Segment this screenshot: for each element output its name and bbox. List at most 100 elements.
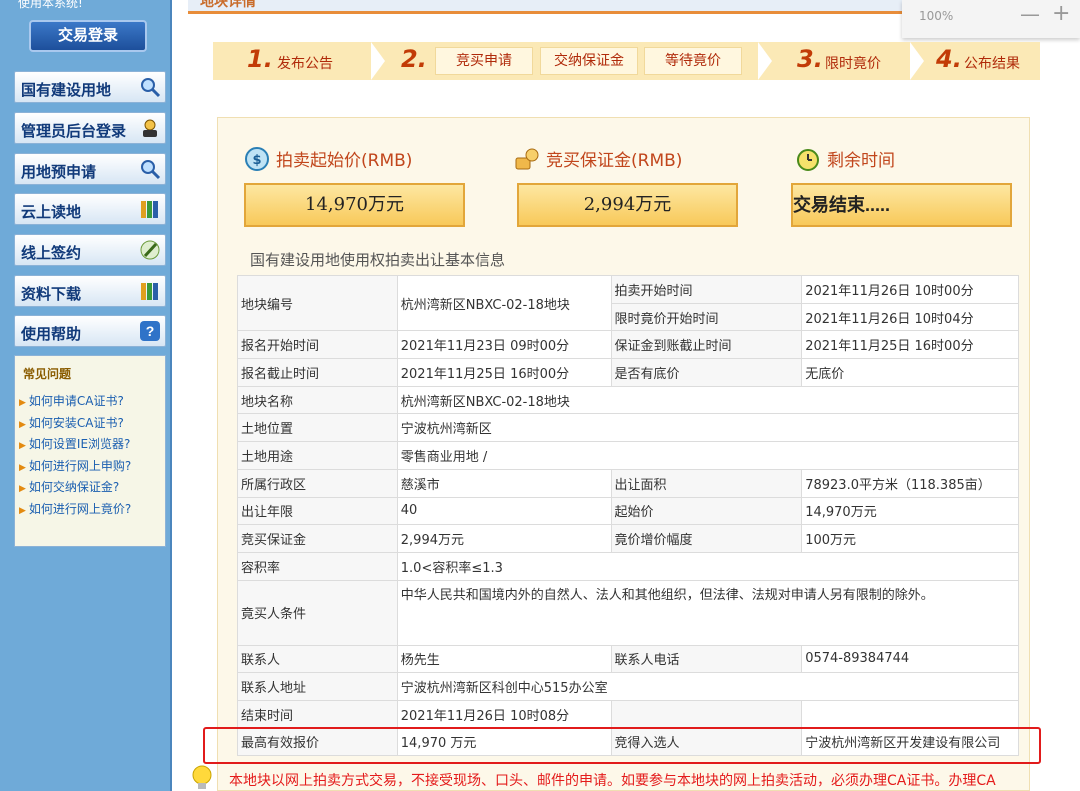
section-title: 国有建设用地使用权拍卖出让基本信息 bbox=[250, 251, 506, 269]
table-cell-label: 容积率 bbox=[237, 551, 398, 581]
sidebar-item-state-land[interactable]: 国有建设用地 bbox=[14, 71, 166, 103]
admin-icon bbox=[143, 119, 157, 137]
faq-link[interactable]: ▶ 如何设置IE浏览器? bbox=[19, 435, 130, 452]
table-cell-label: 拍卖开始时间 bbox=[610, 275, 803, 304]
table-row: 联系人 杨先生 联系人电话 0574-89384744 bbox=[237, 644, 1019, 674]
faq-link[interactable]: ▶ 如何申请CA证书? bbox=[19, 392, 124, 409]
table-cell-label: 限时竟价开始时间 bbox=[610, 302, 803, 332]
step-3-label: 限时竟价 bbox=[825, 56, 881, 72]
tab-plot-detail[interactable]: 地块详情 bbox=[200, 0, 256, 11]
faq-link[interactable]: ▶ 如何安装CA证书? bbox=[19, 414, 124, 431]
triangle-right-icon: ▶ bbox=[19, 398, 26, 408]
table-cell-label: 地块编号 bbox=[237, 274, 398, 332]
table-cell-label: 竟价增价幅度 bbox=[610, 524, 803, 553]
table-row: 所属行政区 慈溪市 出让面积 78923.0平方米（118.385亩） bbox=[237, 468, 1019, 498]
zoom-control: 100% — + bbox=[902, 0, 1080, 38]
table-cell-value: 2,994万元 bbox=[396, 524, 612, 553]
books-icon bbox=[141, 283, 158, 300]
table-cell-value: 2021年11月25日 16时00分 bbox=[801, 330, 1019, 360]
table-cell-value: 0574-89384744 bbox=[801, 644, 1019, 674]
sidebar-top-text: 使用本系统! bbox=[18, 0, 83, 10]
step-2-number: 2. bbox=[401, 45, 427, 73]
sidebar-item-label: 资料下载 bbox=[21, 285, 82, 303]
table-row: 报名开始时间 2021年11月23日 09时00分 保证金到账截止时间 2021… bbox=[237, 330, 1019, 360]
table-cell-label: 报名截止时间 bbox=[237, 358, 398, 387]
remaining-time-heading: 剩余时间 bbox=[795, 146, 895, 172]
table-row: 出让年限 40 起始价 14,970万元 bbox=[237, 496, 1019, 526]
sidebar-item-cloud-read[interactable]: 云上读地 bbox=[14, 193, 166, 225]
table-cell-label: 结束时间 bbox=[237, 699, 398, 729]
start-price-value: 14,970万元 bbox=[244, 183, 465, 227]
step-1-label: 发布公告 bbox=[277, 56, 333, 72]
zoom-out-button[interactable]: — bbox=[1020, 2, 1040, 26]
pen-icon bbox=[140, 240, 160, 260]
step-2-sub-wait: 等待竟价 bbox=[644, 47, 742, 75]
zoom-level: 100% bbox=[919, 9, 954, 23]
faq-title: 常见问题 bbox=[23, 367, 72, 381]
sidebar-item-help[interactable]: 使用帮助 ? bbox=[14, 315, 166, 347]
magnifier-icon bbox=[141, 160, 161, 180]
step-4-label: 公布结果 bbox=[964, 56, 1020, 72]
table-cell-value: 2021年11月26日 10时04分 bbox=[801, 302, 1019, 332]
faq-link[interactable]: ▶ 如何交纳保证金? bbox=[19, 478, 119, 495]
coin-icon: $ bbox=[245, 147, 269, 171]
table-cell-label: 保证金到账截止时间 bbox=[610, 330, 803, 360]
step-separator bbox=[758, 42, 772, 80]
table-cell-value: 杭州湾新区NBXC-02-18地块 bbox=[396, 385, 1020, 415]
table-cell-label: 联系人 bbox=[237, 644, 398, 674]
lightbulb-icon bbox=[192, 765, 212, 789]
deposit-heading: 竞买保证金(RMB) bbox=[514, 146, 682, 172]
remaining-time-value: 交易结束..... bbox=[791, 183, 1012, 227]
question-icon: ? bbox=[140, 321, 160, 341]
table-row: 土地位置 宁波杭州湾新区 bbox=[237, 413, 1020, 443]
result-highlight-box bbox=[203, 727, 1041, 764]
table-cell-label: 是否有底价 bbox=[610, 358, 803, 387]
table-cell-value bbox=[801, 699, 1019, 729]
table-cell-label: 出让年限 bbox=[237, 496, 398, 526]
table-cell-value: 2021年11月25日 16时00分 bbox=[396, 358, 612, 387]
table-cell-value: 2021年11月26日 10时08分 bbox=[396, 699, 612, 729]
triangle-right-icon: ▶ bbox=[19, 484, 26, 494]
step-3-number: 3. bbox=[797, 45, 823, 73]
table-row: 结束时间 2021年11月26日 10时08分 bbox=[237, 699, 1019, 729]
step-4-number: 4. bbox=[936, 45, 962, 73]
notice-text: 本地块以网上拍卖方式交易，不接受现场、口头、邮件的申请。如要参与本地块的网上拍卖… bbox=[229, 773, 996, 789]
table-cell-value: 2021年11月23日 09时00分 bbox=[396, 330, 612, 360]
table-cell-label: 所属行政区 bbox=[237, 468, 398, 498]
sidebar-item-admin-login[interactable]: 管理员后台登录 bbox=[14, 112, 166, 144]
table-cell-label: 土地位置 bbox=[237, 413, 398, 443]
step-separator bbox=[371, 42, 385, 80]
table-row: 联系人地址 宁波杭州湾新区科创中心515办公室 bbox=[237, 672, 1020, 701]
triangle-right-icon: ▶ bbox=[19, 420, 26, 430]
start-price-heading: $ 拍卖起始价(RMB) bbox=[244, 146, 412, 172]
step-separator bbox=[910, 42, 924, 80]
sidebar-item-label: 线上签约 bbox=[21, 244, 82, 262]
sidebar-item-download[interactable]: 资料下载 bbox=[14, 275, 166, 307]
deposit-value: 2,994万元 bbox=[517, 183, 738, 227]
books-icon bbox=[141, 201, 158, 218]
table-cell-value: 100万元 bbox=[801, 524, 1019, 553]
table-cell-label: 地块名称 bbox=[237, 385, 398, 415]
table-row: 土地用途 零售商业用地 / bbox=[237, 441, 1020, 470]
table-cell-value: 1.0<容积率≤1.3 bbox=[396, 551, 1020, 581]
table-cell-value: 零售商业用地 / bbox=[396, 441, 1020, 470]
faq-link[interactable]: ▶ 如何进行网上申购? bbox=[19, 457, 131, 474]
sidebar-item-pre-apply[interactable]: 用地预申请 bbox=[14, 153, 166, 185]
table-cell-value: 78923.0平方米（118.385亩） bbox=[801, 468, 1019, 498]
table-cell-label bbox=[610, 699, 803, 729]
table-cell-label: 土地用途 bbox=[237, 441, 398, 470]
faq-link[interactable]: ▶ 如何进行网上竟价? bbox=[19, 500, 131, 517]
triangle-right-icon: ▶ bbox=[19, 506, 26, 516]
sidebar-item-label: 国有建设用地 bbox=[21, 81, 112, 99]
money-bag-icon bbox=[515, 148, 539, 170]
step-2-sub-deposit: 交纳保证金 bbox=[540, 47, 638, 75]
table-cell-label: 竞买保证金 bbox=[237, 524, 398, 553]
table-row: 竟买人条件 中华人民共和国境内外的自然人、法人和其他组织，但法律、法规对申请人另… bbox=[237, 579, 1020, 646]
login-button[interactable]: 交易登录 bbox=[29, 20, 147, 52]
table-cell-label: 竟买人条件 bbox=[237, 579, 398, 646]
zoom-in-button[interactable]: + bbox=[1052, 1, 1070, 26]
table-cell-value: 40 bbox=[396, 496, 612, 526]
sidebar-item-online-sign[interactable]: 线上签约 bbox=[14, 234, 166, 266]
table-row: 地块编号 杭州湾新区NBXC-02-18地块 拍卖开始时间 2021年11月26… bbox=[237, 274, 1019, 332]
table-cell-value: 杭州湾新区NBXC-02-18地块 bbox=[396, 274, 612, 332]
